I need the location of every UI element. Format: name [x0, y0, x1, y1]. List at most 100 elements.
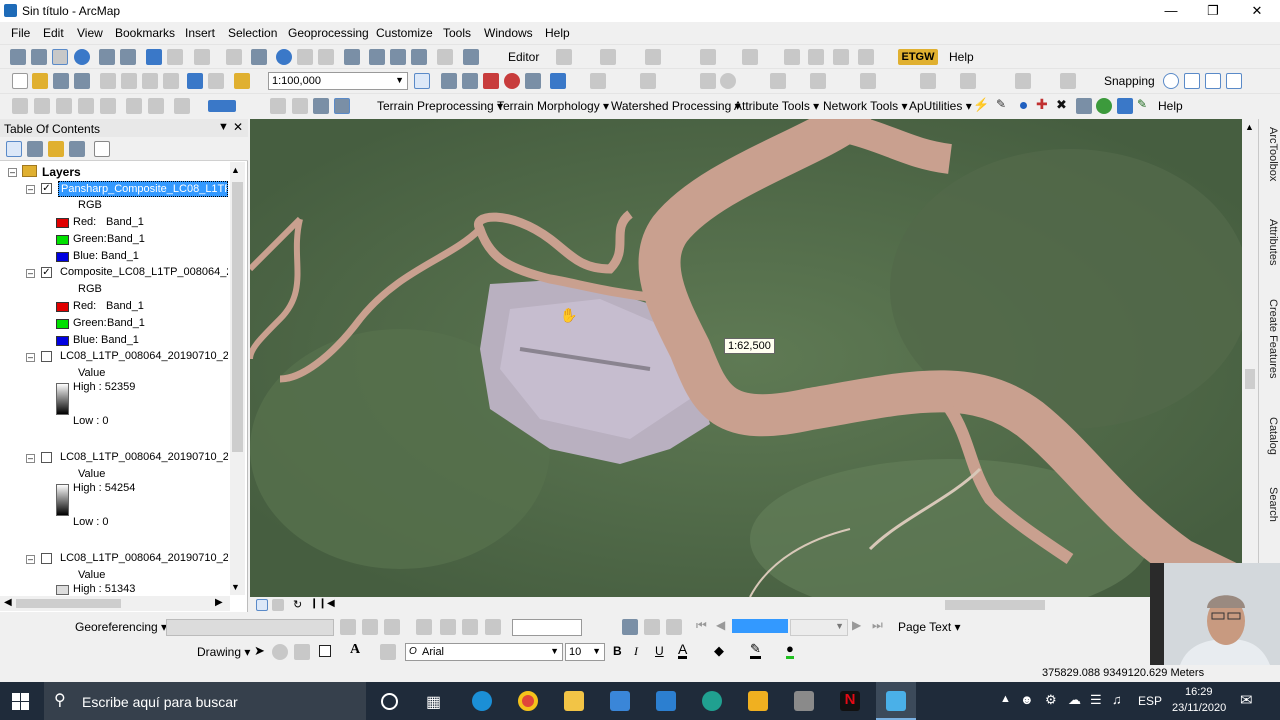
collapse-layer-icon[interactable]: –	[26, 454, 35, 463]
layout-view-icon[interactable]	[334, 98, 350, 114]
terrain-morphology-menu[interactable]: Terrain Morphology ▾	[497, 99, 609, 113]
table-of-contents-icon[interactable]	[441, 73, 457, 89]
layer-name[interactable]: LC08_L1TP_008064_20190710_2019	[60, 451, 228, 463]
add-data-icon[interactable]	[234, 73, 250, 89]
layer-name[interactable]: Composite_LC08_L1TP_008064_20	[60, 266, 228, 278]
fixed-zoom-in-icon[interactable]	[99, 49, 115, 65]
font-size-combo[interactable]: 10 ▼	[565, 643, 605, 661]
toc-close-icon[interactable]: ✕	[233, 120, 243, 134]
georef-layer-combo[interactable]	[166, 619, 334, 636]
circle-tool-icon[interactable]	[720, 73, 736, 89]
menu-help[interactable]: Help	[545, 26, 570, 40]
map-view[interactable]: 1:62,500 ✋	[250, 119, 1242, 597]
rotation-input[interactable]	[512, 619, 582, 636]
data-driven-pages-icon[interactable]	[313, 98, 329, 114]
snapping-menu[interactable]: Snapping	[1104, 74, 1155, 88]
arctoolbox-icon[interactable]	[504, 73, 520, 89]
menu-selection[interactable]: Selection	[228, 26, 277, 40]
auto-adjust-icon[interactable]	[462, 619, 478, 635]
underline-button[interactable]: U	[655, 644, 664, 658]
layer-visibility-checkbox[interactable]: ✓	[41, 267, 52, 278]
edit-vertices-icon[interactable]	[590, 73, 606, 89]
network-icon[interactable]	[960, 73, 976, 89]
layer-visibility-checkbox[interactable]	[41, 452, 52, 463]
zoom-page-icon[interactable]	[644, 619, 660, 635]
save-icon[interactable]	[53, 73, 69, 89]
dimension-icon[interactable]	[1060, 73, 1076, 89]
scroll-left-icon[interactable]: ◀	[327, 598, 335, 609]
layout-zoom-out-icon[interactable]	[34, 98, 50, 114]
menu-windows[interactable]: Windows	[484, 26, 533, 40]
help-menu-toolbar1[interactable]: Help	[949, 50, 974, 64]
file-explorer-icon[interactable]	[564, 691, 584, 711]
clock-time[interactable]: 16:29	[1185, 686, 1213, 698]
page-text-menu[interactable]: Page Text ▾	[898, 620, 961, 634]
flow-path-icon[interactable]: ⚡	[973, 97, 989, 113]
search-window-icon[interactable]	[483, 73, 499, 89]
close-button[interactable]: ✕	[1236, 0, 1278, 22]
cut-icon[interactable]	[100, 73, 116, 89]
layer-visibility-checkbox[interactable]	[41, 553, 52, 564]
zoom-percent-combo[interactable]	[208, 100, 236, 112]
mail-icon[interactable]	[656, 691, 676, 711]
select-elements-icon[interactable]	[251, 49, 267, 65]
layer-name[interactable]: LC08_L1TP_008064_20190710_2019	[60, 552, 228, 564]
collapse-layer-icon[interactable]: –	[26, 185, 35, 194]
editor-toolbar-icon[interactable]	[414, 73, 430, 89]
map-scale-combo[interactable]: 1:100,000 ▼	[268, 72, 408, 90]
tab-catalog[interactable]: Catalog	[1261, 417, 1279, 455]
edit-vertices-icon[interactable]	[380, 644, 396, 660]
add-control-points-icon[interactable]	[416, 619, 432, 635]
drawing-menu[interactable]: Drawing ▾	[197, 645, 250, 659]
route-icon[interactable]	[920, 73, 936, 89]
tab-create-features[interactable]: Create Features	[1261, 299, 1279, 378]
select-by-rectangle-icon[interactable]	[194, 49, 210, 65]
collapse-layer-icon[interactable]: –	[26, 555, 35, 564]
pause-drawing-icon[interactable]: ❙❙	[310, 598, 327, 609]
netflix-icon[interactable]: N	[840, 691, 860, 711]
rotate-tool-icon[interactable]	[784, 49, 800, 65]
back-arrow-icon[interactable]	[146, 49, 162, 65]
store-icon[interactable]	[610, 691, 630, 711]
new-document-icon[interactable]	[12, 73, 28, 89]
font-combo[interactable]: Arial O ▼	[405, 643, 563, 661]
layer-name[interactable]: LC08_L1TP_008064_20190710_2019	[60, 350, 228, 362]
options-icon[interactable]	[94, 141, 110, 157]
fixed-zoom-out-icon[interactable]	[120, 49, 136, 65]
last-page-icon[interactable]: ⏭	[872, 618, 883, 633]
layer-visibility-checkbox[interactable]	[41, 351, 52, 362]
pan-icon[interactable]	[52, 49, 68, 65]
globe-icon[interactable]	[1096, 98, 1112, 114]
arcmap-taskbar-button[interactable]	[876, 682, 916, 720]
text-tool-icon[interactable]: A	[350, 642, 360, 658]
cortana-icon[interactable]	[381, 693, 398, 710]
layout-back-icon[interactable]	[126, 98, 142, 114]
scroll-thumb[interactable]	[1245, 369, 1255, 389]
redo-icon[interactable]	[208, 73, 224, 89]
tab-arctoolbox[interactable]: ArcToolbox	[1261, 127, 1279, 181]
flag-icon[interactable]	[1117, 98, 1133, 114]
add-point-icon[interactable]: ✚	[1036, 96, 1052, 112]
edge-snapping-icon[interactable]	[1226, 73, 1242, 89]
aputilities-menu[interactable]: ApUtilities ▾	[909, 99, 972, 113]
task-view-icon[interactable]: ▦	[426, 692, 441, 712]
point-snapping-icon[interactable]	[1163, 73, 1179, 89]
scroll-left-icon[interactable]: ◀	[4, 597, 12, 608]
menu-insert[interactable]: Insert	[185, 26, 215, 40]
layout-forward-icon[interactable]	[148, 98, 164, 114]
network-tools-menu[interactable]: Network Tools ▾	[823, 99, 908, 113]
list-by-selection-icon[interactable]	[69, 141, 85, 157]
menu-geoprocessing[interactable]: Geoprocessing	[288, 26, 369, 40]
open-icon[interactable]	[32, 73, 48, 89]
list-by-source-icon[interactable]	[27, 141, 43, 157]
pin-icon[interactable]: ▼	[218, 121, 229, 133]
trace-icon[interactable]	[700, 73, 716, 89]
menu-bookmarks[interactable]: Bookmarks	[115, 26, 175, 40]
tab-attributes[interactable]: Attributes	[1261, 219, 1279, 265]
model-builder-icon[interactable]	[550, 73, 566, 89]
go-to-xy-icon[interactable]	[411, 49, 427, 65]
layers-root-label[interactable]: Layers	[42, 165, 81, 179]
scroll-down-icon[interactable]: ▼	[231, 582, 240, 592]
find-icon[interactable]	[369, 49, 385, 65]
rotate-icon[interactable]	[340, 619, 356, 635]
